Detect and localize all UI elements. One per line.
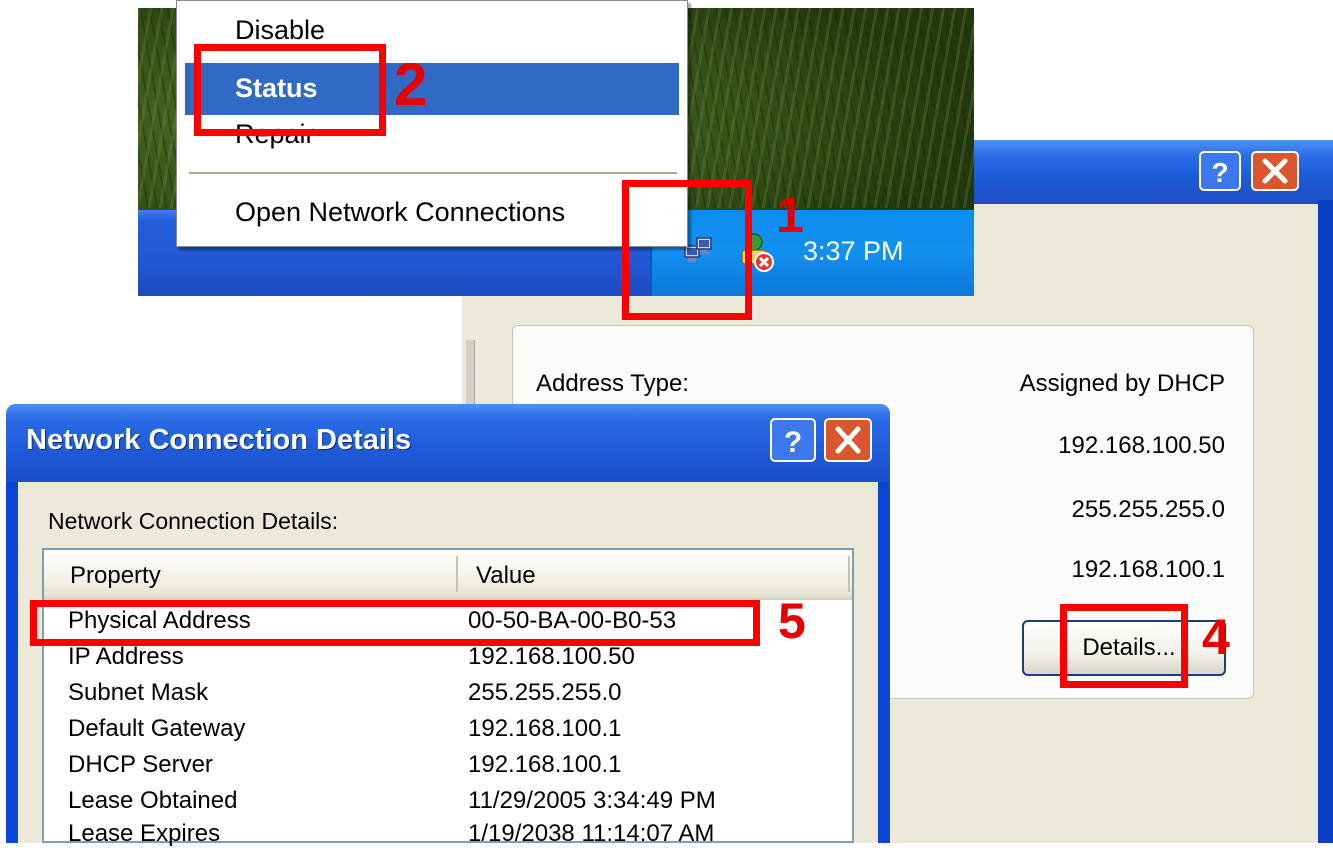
address-type-value: Assigned by DHCP xyxy=(1019,370,1225,397)
close-icon[interactable] xyxy=(1251,151,1299,191)
svg-text:?: ? xyxy=(1211,157,1228,188)
table-row[interactable]: Default Gateway 192.168.100.1 xyxy=(44,711,852,747)
value-cell: 192.168.100.1 xyxy=(468,715,622,742)
annotation-box-2 xyxy=(194,44,386,136)
menu-separator xyxy=(189,172,677,174)
details-dialog-title: Network Connection Details xyxy=(26,424,412,456)
property-cell: DHCP Server xyxy=(68,751,213,778)
table-row[interactable]: Lease Obtained 11/29/2005 3:34:49 PM xyxy=(44,783,852,819)
close-icon[interactable] xyxy=(824,418,872,462)
table-row[interactable]: Subnet Mask 255.255.255.0 xyxy=(44,675,852,711)
column-divider[interactable] xyxy=(456,556,458,592)
value-cell: 255.255.255.0 xyxy=(468,679,622,706)
svg-text:?: ? xyxy=(784,426,802,459)
property-cell: Subnet Mask xyxy=(68,679,209,706)
default-gateway-value: 192.168.100.1 xyxy=(1071,556,1225,583)
annotation-number-2: 2 xyxy=(394,51,428,118)
menu-item-disable[interactable]: Disable xyxy=(235,15,325,46)
annotation-box-1 xyxy=(622,180,752,320)
value-cell: 11/29/2005 3:34:49 PM xyxy=(468,787,716,814)
column-divider[interactable] xyxy=(848,556,850,592)
annotation-number-4: 4 xyxy=(1202,609,1230,665)
clock[interactable]: 3:37 PM xyxy=(803,236,904,267)
property-cell: Lease Expires xyxy=(68,820,221,847)
status-window-border xyxy=(1318,200,1333,843)
help-icon[interactable]: ? xyxy=(770,418,816,462)
subnet-mask-value: 255.255.255.0 xyxy=(1071,496,1225,523)
value-cell: 1/19/2038 11:14:07 AM xyxy=(468,820,715,847)
column-header-value[interactable]: Value xyxy=(476,562,536,590)
annotation-box-4 xyxy=(1060,604,1188,688)
background-gap xyxy=(0,296,462,406)
annotation-number-5: 5 xyxy=(778,593,806,649)
annotation-number-1: 1 xyxy=(776,187,804,243)
help-icon[interactable]: ? xyxy=(1199,151,1241,191)
column-header-property[interactable]: Property xyxy=(70,562,161,590)
table-row[interactable]: Lease Expires 1/19/2038 11:14:07 AM xyxy=(44,816,852,852)
property-cell: Lease Obtained xyxy=(68,787,238,814)
value-cell: 192.168.100.1 xyxy=(468,751,622,778)
details-list-header xyxy=(44,550,852,600)
address-type-label: Address Type: xyxy=(536,370,689,397)
ip-address-value: 192.168.100.50 xyxy=(1058,432,1225,459)
menu-item-open-network-connections[interactable]: Open Network Connections xyxy=(235,197,565,228)
details-dialog-subtitle: Network Connection Details: xyxy=(48,508,339,534)
table-row[interactable]: DHCP Server 192.168.100.1 xyxy=(44,747,852,783)
property-cell: Default Gateway xyxy=(68,715,246,742)
annotation-box-5 xyxy=(30,600,760,646)
